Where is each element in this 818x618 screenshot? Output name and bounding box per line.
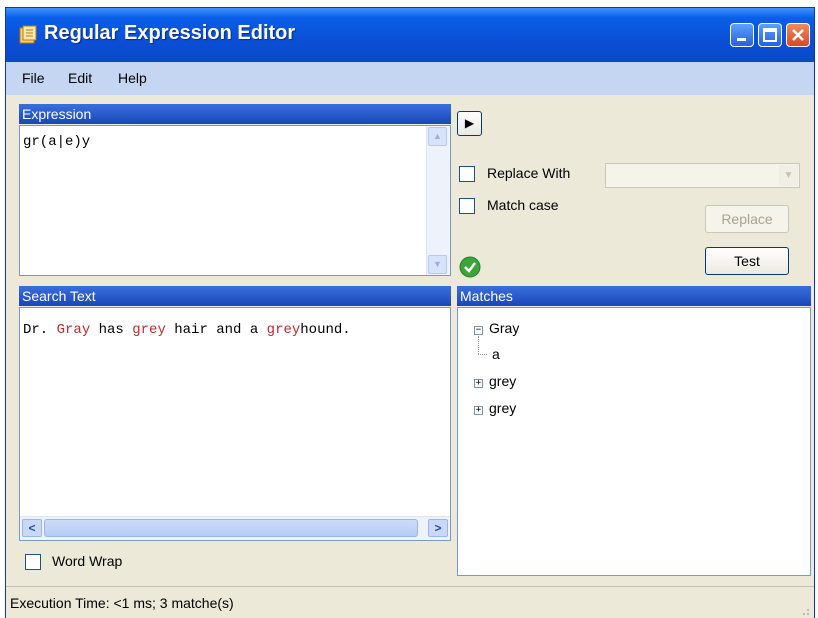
tree-line xyxy=(478,354,487,356)
minimize-button[interactable] xyxy=(730,23,754,47)
chevron-down-icon: ▼ xyxy=(779,165,798,186)
menu-file[interactable]: File xyxy=(22,70,45,86)
window-title: Regular Expression Editor xyxy=(44,22,296,44)
text-segment: hound. xyxy=(300,322,351,338)
text-segment: has xyxy=(90,322,133,338)
search-text-content: Dr. Gray has grey hair and a greyhound. xyxy=(23,322,351,338)
chevron-left-icon: < xyxy=(28,521,36,535)
maximize-icon xyxy=(763,28,777,42)
scroll-up-button[interactable]: ▲ xyxy=(428,127,447,146)
menu-edit[interactable]: Edit xyxy=(68,70,92,86)
replace-with-checkbox[interactable] xyxy=(459,166,475,182)
match-highlight: grey xyxy=(132,322,166,338)
minimize-icon xyxy=(737,38,746,41)
match-highlight: grey xyxy=(266,322,301,338)
chevron-down-icon: ▼ xyxy=(433,259,442,269)
text-segment: hair and a xyxy=(165,322,267,338)
scroll-left-button[interactable]: < xyxy=(22,519,42,537)
expression-text: gr(a|e)y xyxy=(23,134,91,150)
collapse-icon[interactable]: − xyxy=(474,326,483,335)
scroll-down-button[interactable]: ▼ xyxy=(428,255,447,274)
word-wrap-label: Word Wrap xyxy=(52,553,123,569)
search-text-hscrollbar[interactable]: < > xyxy=(20,516,450,540)
scroll-right-button[interactable]: > xyxy=(428,519,448,537)
match-case-label: Match case xyxy=(487,197,559,213)
match-case-checkbox[interactable] xyxy=(459,198,475,214)
regex-editor-window: Regular Expression Editor File Edit Help… xyxy=(5,7,815,618)
scroll-thumb[interactable] xyxy=(44,519,418,537)
search-text-header: Search Text xyxy=(19,286,451,306)
replace-with-dropdown[interactable]: ▼ xyxy=(605,163,800,188)
menu-bar: File Edit Help xyxy=(6,62,814,95)
match-group-item[interactable]: a xyxy=(492,346,500,362)
matches-tree[interactable]: − Gray a + grey + grey xyxy=(457,307,811,576)
word-wrap-checkbox[interactable] xyxy=(25,554,41,570)
search-text-area[interactable]: Dr. Gray has grey hair and a greyhound. … xyxy=(19,307,451,541)
resize-grip-icon[interactable] xyxy=(798,604,810,616)
regex-app-icon xyxy=(19,25,37,44)
status-text: Execution Time: <1 ms; 3 matche(s) xyxy=(10,595,234,611)
test-button[interactable]: Test xyxy=(705,247,789,275)
chevron-up-icon: ▲ xyxy=(433,131,442,141)
status-bar: Execution Time: <1 ms; 3 matche(s) xyxy=(6,586,814,618)
expression-header: Expression xyxy=(19,104,451,124)
match-item[interactable]: Gray xyxy=(489,320,519,336)
match-highlight: Gray xyxy=(56,322,91,338)
tree-line xyxy=(478,336,480,354)
chevron-right-icon: > xyxy=(434,521,442,535)
replace-with-label: Replace With xyxy=(487,165,571,181)
close-button[interactable] xyxy=(786,23,810,47)
maximize-button[interactable] xyxy=(758,23,782,47)
replace-button[interactable]: Replace xyxy=(705,205,789,233)
text-segment: Dr. xyxy=(23,322,57,338)
run-button[interactable]: ▶ xyxy=(457,111,482,136)
match-item[interactable]: grey xyxy=(489,400,516,416)
play-icon: ▶ xyxy=(464,116,475,130)
title-bar[interactable]: Regular Expression Editor xyxy=(6,8,814,62)
expression-editor[interactable]: gr(a|e)y ▲ ▼ xyxy=(19,125,451,276)
match-item[interactable]: grey xyxy=(489,373,516,389)
expand-icon[interactable]: + xyxy=(474,406,483,415)
check-circle-icon xyxy=(459,256,481,278)
close-icon xyxy=(792,29,804,41)
menu-help[interactable]: Help xyxy=(118,70,147,86)
expression-scrollbar[interactable]: ▲ ▼ xyxy=(426,126,450,275)
matches-header: Matches xyxy=(457,286,811,306)
expand-icon[interactable]: + xyxy=(474,379,483,388)
